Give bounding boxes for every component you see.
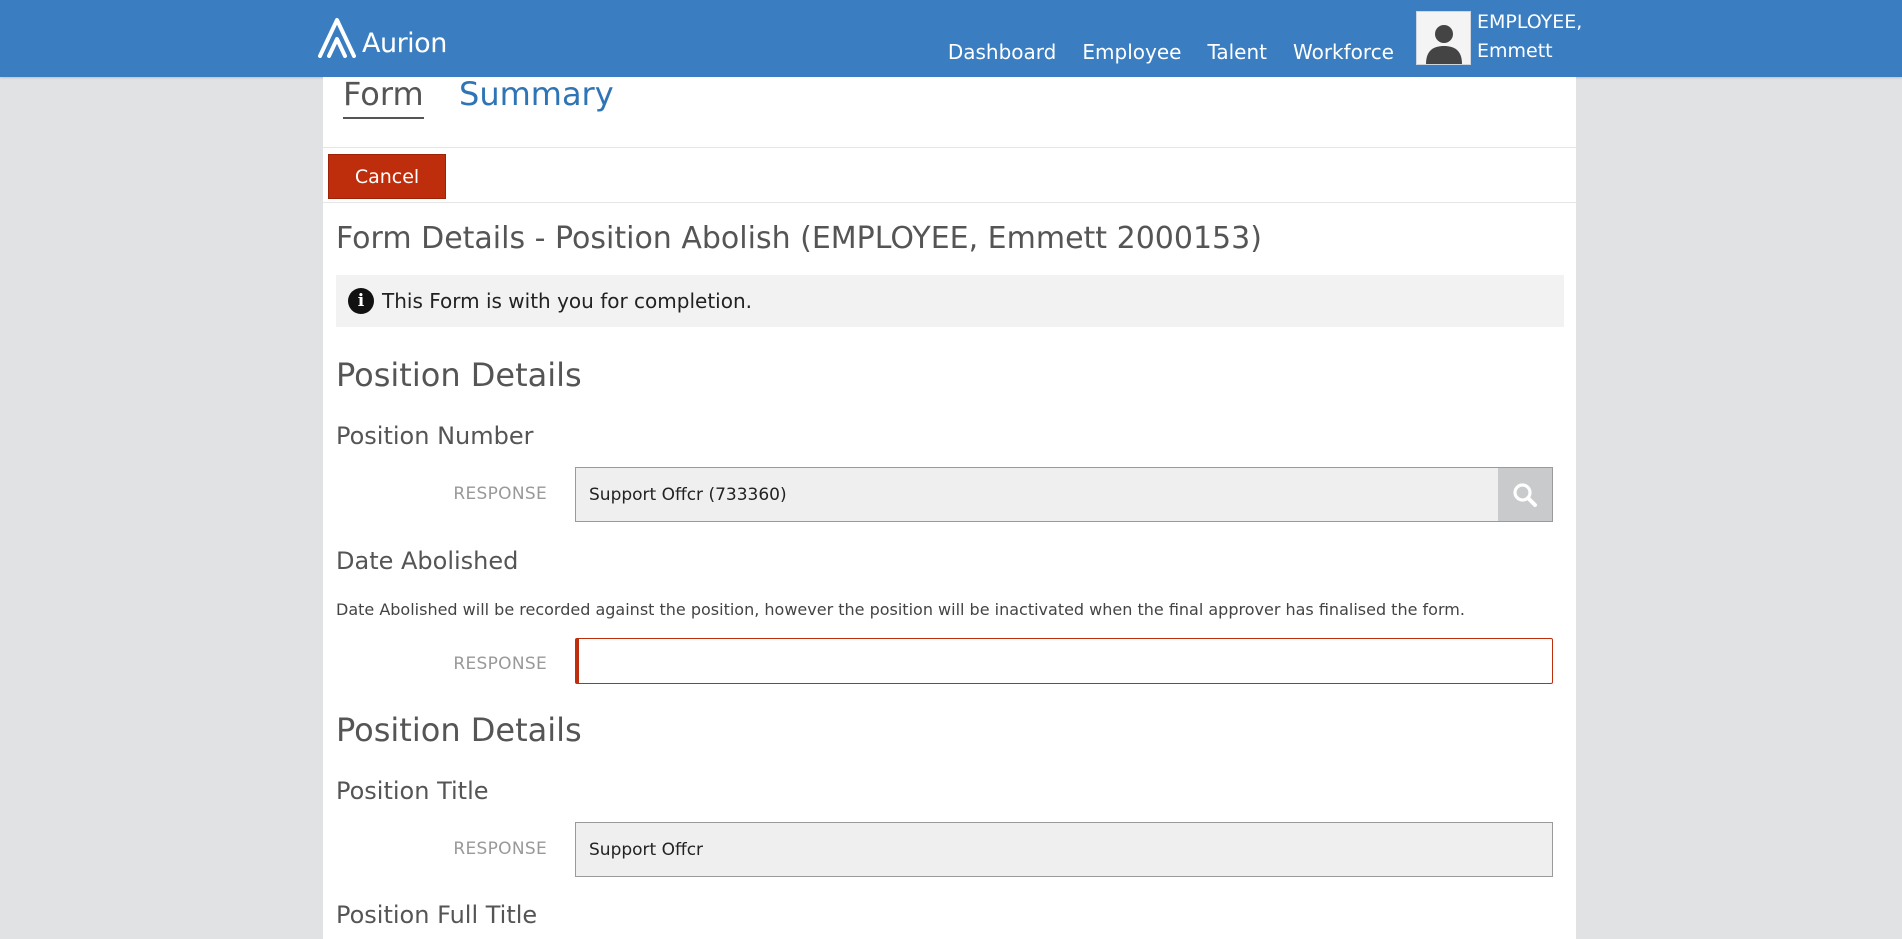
aurion-logo[interactable]: Aurion [316,14,447,60]
nav-workforce[interactable]: Workforce [1293,40,1394,64]
info-icon: i [348,288,374,314]
user-menu[interactable]: EMPLOYEE, Emmett [1416,11,1582,66]
section-heading: Position Details [336,356,582,394]
tab-form[interactable]: Form [343,75,424,119]
position-number-label: Position Number [336,422,534,450]
cancel-button[interactable]: Cancel [328,154,446,199]
form-tabs: Form Summary [323,75,1576,148]
position-title-field: Support Offcr [575,822,1553,877]
main-nav: Dashboard Employee Talent Workforce [948,40,1394,64]
search-icon [1513,482,1537,507]
tab-summary[interactable]: Summary [459,75,614,117]
user-icon [1425,25,1462,64]
user-name-line1: EMPLOYEE, [1477,11,1583,33]
info-text: This Form is with you for completion. [382,289,752,313]
position-number-field[interactable]: Support Offcr (733360) [575,467,1499,522]
section-heading: Position Details [336,711,582,749]
avatar [1416,11,1471,65]
response-label: RESPONSE [453,654,547,674]
response-label: RESPONSE [453,839,547,859]
nav-talent[interactable]: Talent [1207,40,1267,64]
date-abolished-description: Date Abolished will be recorded against … [336,600,1465,619]
aurion-logo-icon [318,18,356,58]
user-name: EMPLOYEE, Emmett [1477,8,1582,66]
response-label: RESPONSE [453,484,547,504]
top-navigation-bar: Aurion Dashboard Employee Talent Workfor… [0,0,1902,77]
date-abolished-input[interactable] [575,638,1553,684]
nav-employee[interactable]: Employee [1082,40,1181,64]
info-message: i This Form is with you for completion. [336,275,1564,327]
nav-dashboard[interactable]: Dashboard [948,40,1057,64]
user-name-line2: Emmett [1477,40,1553,62]
position-title-label: Position Title [336,777,489,805]
date-abolished-label: Date Abolished [336,547,519,575]
position-search-button[interactable] [1498,467,1553,522]
action-bar: Cancel [323,148,1576,203]
form-panel: Form Summary Cancel Form Details - Posit… [323,75,1576,939]
position-full-title-label: Position Full Title [336,901,538,929]
form-title: Form Details - Position Abolish (EMPLOYE… [336,221,1262,256]
logo-text: Aurion [362,27,447,59]
